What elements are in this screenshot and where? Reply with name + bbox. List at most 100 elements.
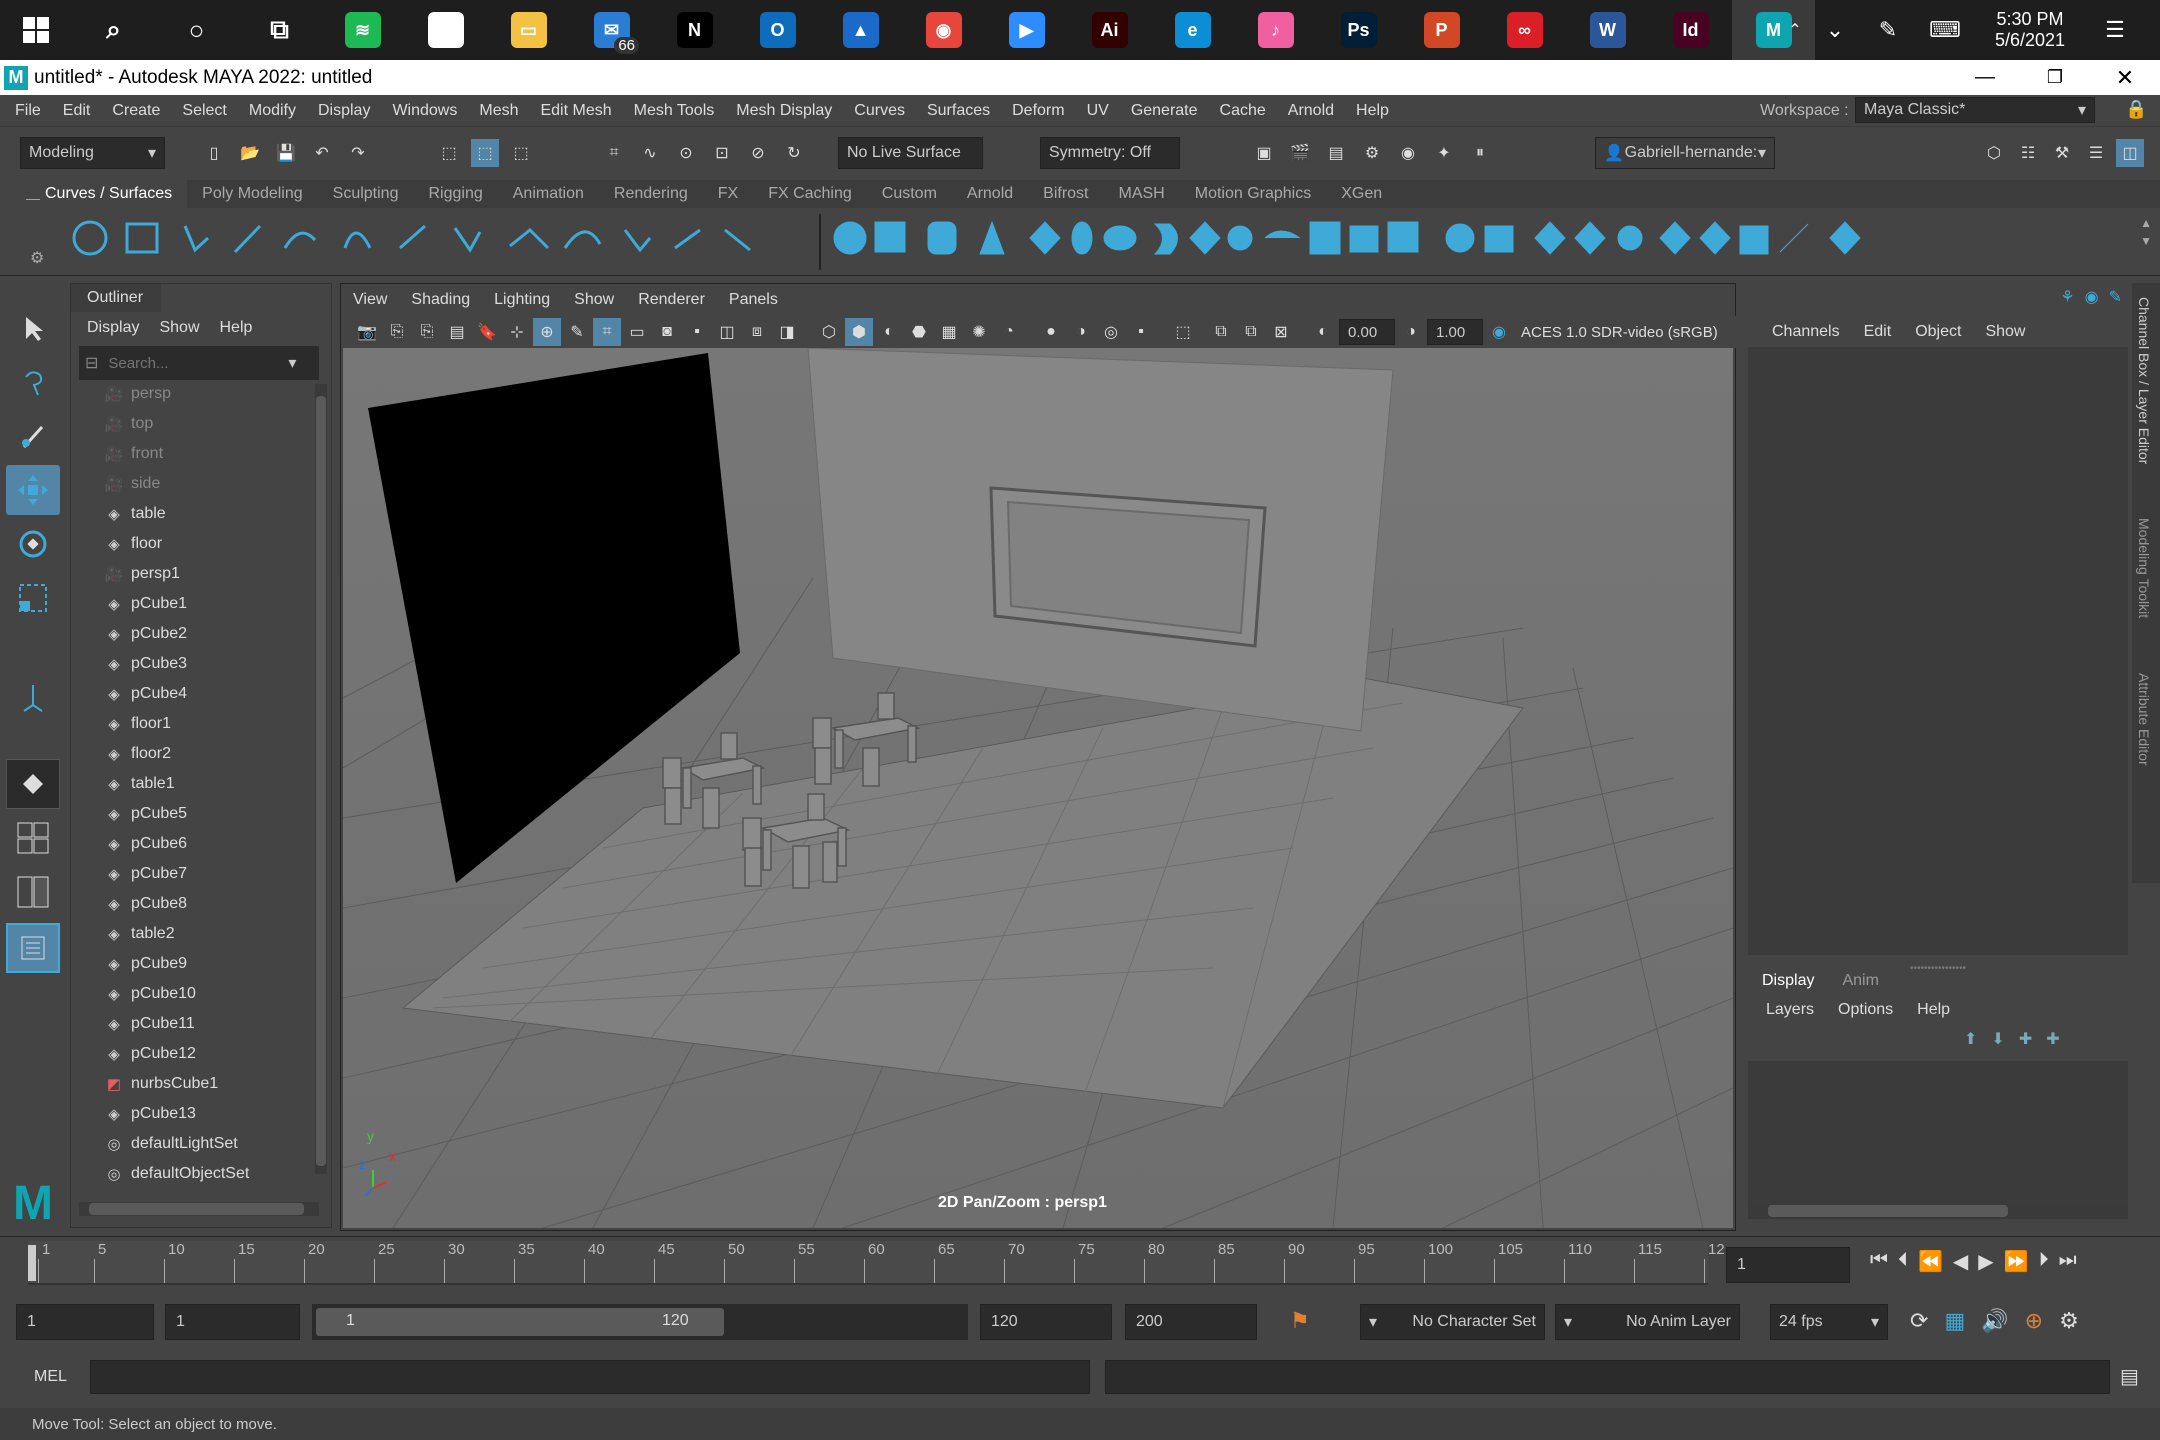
photos-icon[interactable]: ▲: [819, 0, 902, 60]
ambient-occlusion-icon[interactable]: ●: [1037, 318, 1065, 346]
single-view-layout-icon[interactable]: [6, 759, 60, 809]
menu-help[interactable]: Help: [1345, 102, 1400, 120]
layer-menu-help[interactable]: Help: [1905, 1001, 1962, 1019]
shelf-tab-fx-caching[interactable]: FX Caching: [753, 180, 867, 208]
color-management-icon[interactable]: ◉: [1485, 318, 1513, 346]
scroll-up-icon[interactable]: ⌃: [1780, 0, 1810, 60]
shelf-tab-curves-surfaces[interactable]: Curves / Surfaces: [30, 180, 188, 208]
layer-menu-layers[interactable]: Layers: [1754, 1001, 1826, 1019]
menu-select[interactable]: Select: [171, 102, 237, 120]
outliner-item[interactable]: 🎥 top: [71, 409, 311, 439]
step-back-key-icon[interactable]: ⏴: [1898, 1249, 1908, 1274]
minimize-button[interactable]: —: [1950, 60, 2020, 95]
last-tool-icon[interactable]: [6, 673, 60, 723]
wireframe-icon[interactable]: ⬡: [815, 318, 843, 346]
xray-joints-icon[interactable]: ⧉: [1237, 318, 1265, 346]
use-all-lights-icon[interactable]: ✺: [965, 318, 993, 346]
ipr-render-icon[interactable]: ▤: [1322, 139, 1350, 167]
outliner-item[interactable]: ◈ pCube6: [71, 829, 311, 859]
snap-curve-icon[interactable]: ∿: [636, 139, 664, 167]
channel-box-menu-show[interactable]: Show: [1973, 323, 2037, 341]
side-tab-attribute-editor[interactable]: Attribute Editor: [2136, 673, 2152, 766]
two-view-layout-icon[interactable]: [6, 867, 60, 917]
pen-icon[interactable]: ✎: [1868, 0, 1908, 60]
menu-cache[interactable]: Cache: [1209, 102, 1277, 120]
viewport-menu-shading[interactable]: Shading: [399, 291, 482, 309]
animation-start-field[interactable]: 1: [16, 1304, 154, 1340]
spotify-icon[interactable]: ≋: [321, 0, 404, 60]
outliner-vertical-scrollbar[interactable]: [315, 384, 327, 1174]
powerpoint-icon[interactable]: P: [1400, 0, 1483, 60]
shelf-tab-mash[interactable]: MASH: [1104, 180, 1180, 208]
layer-tab-display[interactable]: Display: [1748, 967, 1829, 995]
system-clock[interactable]: 5:30 PM 5/6/2021: [1975, 0, 2085, 60]
outliner-menu-show[interactable]: Show: [149, 319, 209, 337]
resolution-gate-icon[interactable]: ◙: [653, 318, 681, 346]
shelf-tab-motion-graphics[interactable]: Motion Graphics: [1180, 180, 1327, 208]
step-forward-key-icon[interactable]: ⏵: [2039, 1249, 2049, 1274]
symmetry-dropdown[interactable]: Symmetry: Off: [1040, 137, 1180, 169]
go-to-start-icon[interactable]: ⏮: [1870, 1249, 1888, 1274]
redo-icon[interactable]: ↷: [344, 139, 372, 167]
workspace-dropdown[interactable]: Maya Classic* ▾: [1855, 97, 2095, 123]
menu-curves[interactable]: Curves: [843, 102, 916, 120]
mel-label[interactable]: MEL: [34, 1368, 67, 1386]
textured-icon[interactable]: ▦: [935, 318, 963, 346]
anim-layer-dropdown[interactable]: ▾ No Anim Layer: [1555, 1304, 1740, 1340]
render-current-frame-icon[interactable]: 🎬: [1286, 139, 1314, 167]
select-tool-icon[interactable]: [6, 303, 60, 353]
shelf-tab-poly-modeling[interactable]: Poly Modeling: [187, 180, 318, 208]
rotate-tool-icon[interactable]: [6, 519, 60, 569]
outliner-item[interactable]: ◈ pCube9: [71, 949, 311, 979]
menu-windows[interactable]: Windows: [381, 102, 468, 120]
depth-of-field-icon[interactable]: ▪: [1127, 318, 1155, 346]
outliner-layout-icon[interactable]: [6, 923, 60, 973]
photoshop-icon[interactable]: Ps: [1317, 0, 1400, 60]
gamma-icon[interactable]: ◑: [1397, 318, 1425, 346]
paint-select-tool-icon[interactable]: [6, 411, 60, 461]
grease-pencil-icon[interactable]: ⊕: [533, 318, 561, 346]
task-view-icon[interactable]: ⧉: [238, 0, 321, 60]
snap-together-icon[interactable]: ↻: [780, 139, 808, 167]
zoom-icon[interactable]: ▶: [985, 0, 1068, 60]
camera-attributes-icon[interactable]: ⎘: [383, 318, 411, 346]
paint3d-icon[interactable]: ●: [404, 0, 487, 60]
snap-live-icon[interactable]: ⊘: [744, 139, 772, 167]
live-surface-field[interactable]: No Live Surface: [838, 137, 983, 169]
select-camera-icon[interactable]: 📷: [353, 318, 381, 346]
show-hidden-icons-chevron-icon[interactable]: ⌄: [1815, 0, 1855, 60]
outliner-horizontal-scrollbar[interactable]: [79, 1202, 319, 1216]
outliner-item[interactable]: ◈ pCube12: [71, 1039, 311, 1069]
3d-viewport[interactable]: y x z 2D Pan/Zoom : persp1: [343, 348, 1733, 1228]
menu-mesh-display[interactable]: Mesh Display: [725, 102, 843, 120]
menu-modify[interactable]: Modify: [238, 102, 307, 120]
outliner-tab[interactable]: Outliner: [71, 284, 161, 312]
layer-editor-toggle-icon[interactable]: ◫: [2116, 139, 2144, 167]
outliner-item[interactable]: ◈ pCube5: [71, 799, 311, 829]
notification-center-icon[interactable]: ☰: [2095, 0, 2135, 60]
exposure-field[interactable]: 0.00: [1339, 319, 1395, 345]
menu-generate[interactable]: Generate: [1120, 102, 1209, 120]
multisample-aa-icon[interactable]: ◎: [1097, 318, 1125, 346]
outliner-item[interactable]: ◈ pCube7: [71, 859, 311, 889]
snap-point-icon[interactable]: ⊙: [672, 139, 700, 167]
outliner-search-input[interactable]: [108, 354, 289, 372]
modeling-toolkit-toggle-icon[interactable]: ⬡: [1980, 139, 2008, 167]
user-account-dropdown[interactable]: 👤 Gabriell-hernande: ▾: [1595, 137, 1775, 169]
outliner-item[interactable]: 🎥 front: [71, 439, 311, 469]
lock-icon[interactable]: 🔒: [2125, 99, 2147, 120]
select-hierarchy-icon[interactable]: ⬚: [435, 139, 463, 167]
netflix-icon[interactable]: N: [653, 0, 736, 60]
open-scene-icon[interactable]: 📂: [236, 139, 264, 167]
shelf-tab-animation[interactable]: Animation: [498, 180, 599, 208]
channel-box-toggle-icon[interactable]: ☰: [2082, 139, 2110, 167]
lasso-tool-icon[interactable]: [6, 357, 60, 407]
xray-components-icon[interactable]: ⊠: [1267, 318, 1295, 346]
outliner-item[interactable]: ◈ pCube1: [71, 589, 311, 619]
restore-button[interactable]: ❐: [2020, 60, 2090, 95]
new-layer-icon[interactable]: ✚: [2019, 1029, 2032, 1049]
go-to-end-icon[interactable]: ⏭: [2059, 1249, 2077, 1274]
layer-horizontal-scrollbar[interactable]: [1748, 1203, 2128, 1219]
2d-pan-zoom-icon[interactable]: ⊹: [503, 318, 531, 346]
illustrator-icon[interactable]: Ai: [1068, 0, 1151, 60]
